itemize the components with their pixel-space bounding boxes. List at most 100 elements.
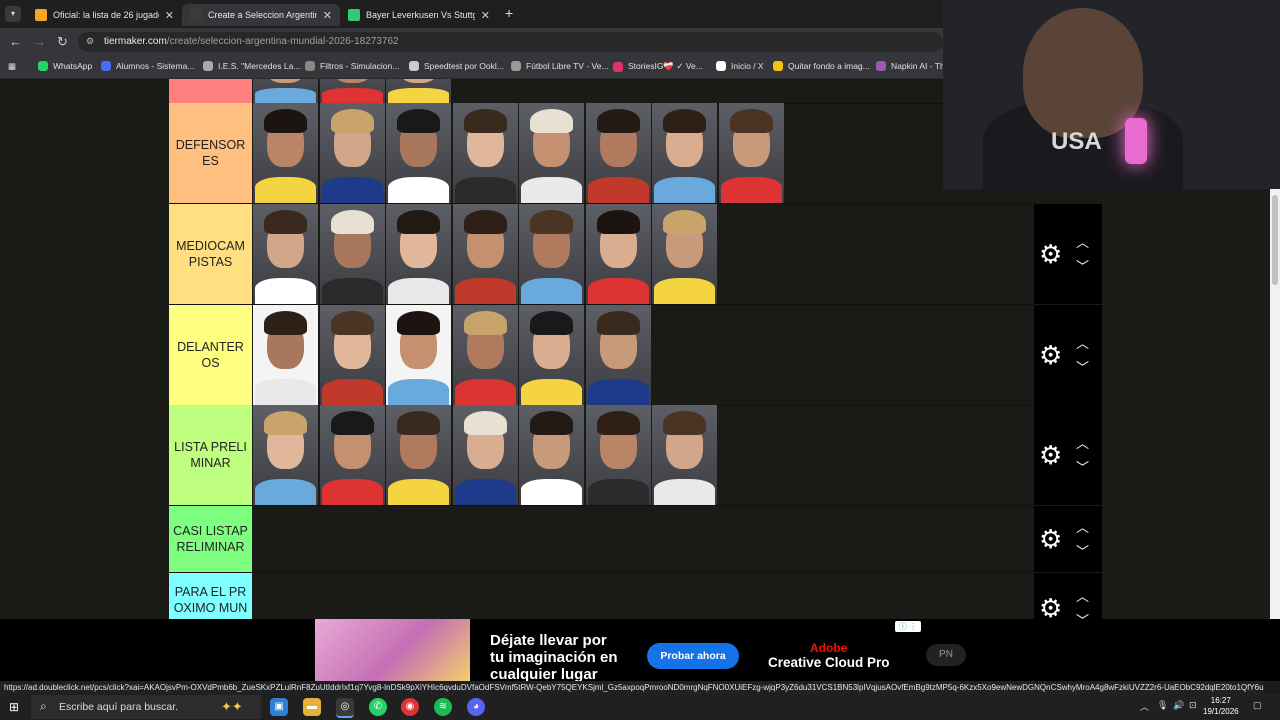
gear-icon[interactable]: ⚙	[1039, 526, 1062, 552]
gear-icon[interactable]: ⚙	[1039, 595, 1062, 619]
tier-label[interactable]	[169, 79, 252, 103]
browser-tab[interactable]: Oficial: la lista de 26 jugadores ✕	[27, 4, 182, 26]
chevron-up-icon[interactable]: ︿	[1076, 333, 1089, 352]
chevron-down-icon[interactable]: ﹀	[1076, 457, 1089, 476]
bookmark-item[interactable]: StoriesIG❤️‍🩹 ✓ Ve...	[613, 61, 703, 72]
taskbar-search-box[interactable]: ⌕ Escribe aquí para buscar. ✦✦	[31, 695, 261, 719]
browser-tab[interactable]: Bayer Leverkusen Vs Stuttgart - ✕	[340, 4, 498, 26]
chrome-icon[interactable]: ◎	[336, 698, 354, 718]
tier-label[interactable]: DEFENSORES	[169, 103, 252, 203]
player-card[interactable]	[253, 405, 318, 505]
bookmark-item[interactable]: Speedtest por Ookl...	[409, 61, 504, 71]
tier-items[interactable]	[253, 305, 652, 405]
bookmark-item[interactable]: I.E.S. "Mercedes La...	[203, 61, 300, 71]
taskbar-clock[interactable]: 16:27 19/1/2026	[1203, 695, 1239, 717]
bookmark-item[interactable]: Fútbol Libre TV - Ve...	[511, 61, 609, 71]
player-card[interactable]	[718, 103, 784, 203]
player-card[interactable]	[585, 103, 651, 203]
task-view-icon[interactable]: ▣	[270, 698, 288, 716]
chevron-up-icon[interactable]: ︿	[1076, 232, 1089, 251]
player-card[interactable]	[253, 204, 318, 304]
tier-items[interactable]	[253, 79, 453, 103]
spotify-icon[interactable]: ≋	[434, 698, 452, 716]
bookmark-item[interactable]: Napkin AI - Th	[876, 61, 945, 71]
bookmark-item[interactable]: Inicio / X	[716, 61, 764, 71]
player-card[interactable]	[519, 103, 584, 203]
ad-headline[interactable]: Déjate llevar por tu imaginación en cual…	[490, 632, 618, 683]
player-card[interactable]	[386, 204, 451, 304]
player-card[interactable]	[386, 305, 451, 405]
player-card[interactable]	[652, 103, 717, 203]
tier-label[interactable]: PARA EL PROXIMO MUNDIAL	[169, 573, 252, 619]
player-card[interactable]	[319, 204, 385, 304]
player-card[interactable]	[519, 204, 584, 304]
gear-icon[interactable]: ⚙	[1039, 241, 1062, 267]
player-card[interactable]	[386, 405, 451, 505]
player-card[interactable]	[319, 103, 385, 203]
apps-grid-icon[interactable]: ▦	[8, 61, 16, 72]
bookmark-item[interactable]: Quitar fondo a imag...	[773, 61, 870, 71]
gear-icon[interactable]: ⚙	[1039, 342, 1062, 368]
player-card[interactable]	[519, 405, 584, 505]
tier-items[interactable]	[253, 103, 785, 203]
scrollbar-thumb[interactable]	[1272, 195, 1278, 285]
bookmark-item[interactable]: Alumnos - Sistema...	[101, 61, 194, 71]
chevron-down-icon[interactable]: ﹀	[1076, 610, 1089, 619]
opera-icon[interactable]: ◉	[401, 698, 419, 716]
close-tab-icon[interactable]: ✕	[165, 9, 174, 22]
tier-label[interactable]: CASI LISTAPRELIMINAR	[169, 506, 252, 572]
microphone-icon[interactable]: 🎙	[1157, 700, 1168, 711]
player-card[interactable]	[253, 305, 318, 405]
player-card[interactable]	[652, 405, 717, 505]
player-card[interactable]	[585, 305, 651, 405]
player-card[interactable]	[452, 103, 518, 203]
network-icon[interactable]: ⊡	[1189, 700, 1197, 711]
file-explorer-icon[interactable]: ▬	[303, 698, 321, 716]
chevron-up-icon[interactable]: ︿	[1076, 586, 1089, 605]
gear-icon[interactable]: ⚙	[1039, 442, 1062, 468]
tab-search-button[interactable]: ▾	[5, 6, 21, 22]
volume-icon[interactable]: 🔊	[1173, 700, 1184, 711]
player-card[interactable]	[452, 305, 518, 405]
reload-icon[interactable]: ↻	[57, 34, 68, 50]
forward-arrow-icon[interactable]: →	[33, 34, 46, 49]
player-card[interactable]	[452, 204, 518, 304]
chevron-up-icon[interactable]: ︿	[1076, 517, 1089, 536]
ad-cta-button[interactable]: Probar ahora	[647, 643, 739, 669]
player-card[interactable]	[585, 405, 651, 505]
player-card[interactable]	[585, 204, 651, 304]
address-bar[interactable]: ⚙ tiermaker.com/create/seleccion-argenti…	[78, 32, 943, 52]
tier-items[interactable]	[253, 405, 719, 505]
player-card[interactable]	[319, 79, 385, 103]
close-tab-icon[interactable]: ✕	[323, 9, 332, 22]
bookmark-item[interactable]: Filtros - Simulacion...	[305, 61, 399, 71]
windows-start-icon[interactable]: ⊞	[9, 700, 19, 714]
tier-items[interactable]	[253, 204, 719, 304]
chevron-down-icon[interactable]: ﹀	[1076, 541, 1089, 560]
browser-tab-active[interactable]: Create a Seleccion Argentina M ✕	[182, 4, 340, 26]
whatsapp-icon[interactable]: ✆	[369, 698, 387, 716]
new-tab-button[interactable]: +	[505, 5, 513, 21]
adchoices-icon[interactable]: ⓘ ⋮	[895, 621, 921, 632]
player-card[interactable]	[253, 103, 318, 203]
chevron-down-icon[interactable]: ﹀	[1076, 357, 1089, 376]
player-card[interactable]	[386, 79, 451, 103]
site-info-icon[interactable]: ⚙	[86, 36, 96, 46]
player-card[interactable]	[253, 79, 318, 103]
tray-overflow-icon[interactable]: ︿	[1140, 700, 1149, 713]
player-card[interactable]	[319, 405, 385, 505]
player-card[interactable]	[319, 305, 385, 405]
notifications-icon[interactable]: ▢	[1253, 700, 1262, 711]
player-card[interactable]	[519, 305, 584, 405]
player-card[interactable]	[386, 103, 451, 203]
tier-label[interactable]: MEDIOCAMPISTAS	[169, 204, 252, 304]
player-card[interactable]	[652, 204, 717, 304]
chevron-up-icon[interactable]: ︿	[1076, 433, 1089, 452]
tier-label[interactable]: DELANTEROS	[169, 305, 252, 405]
chevron-down-icon[interactable]: ﹀	[1076, 256, 1089, 275]
tier-label[interactable]: LISTA PRELIMINAR	[169, 405, 252, 505]
ad-image[interactable]	[315, 619, 470, 681]
page-scrollbar[interactable]	[1270, 189, 1280, 620]
back-arrow-icon[interactable]: ←	[9, 34, 22, 49]
advertisement-banner[interactable]: Déjate llevar por tu imaginación en cual…	[0, 619, 1280, 683]
